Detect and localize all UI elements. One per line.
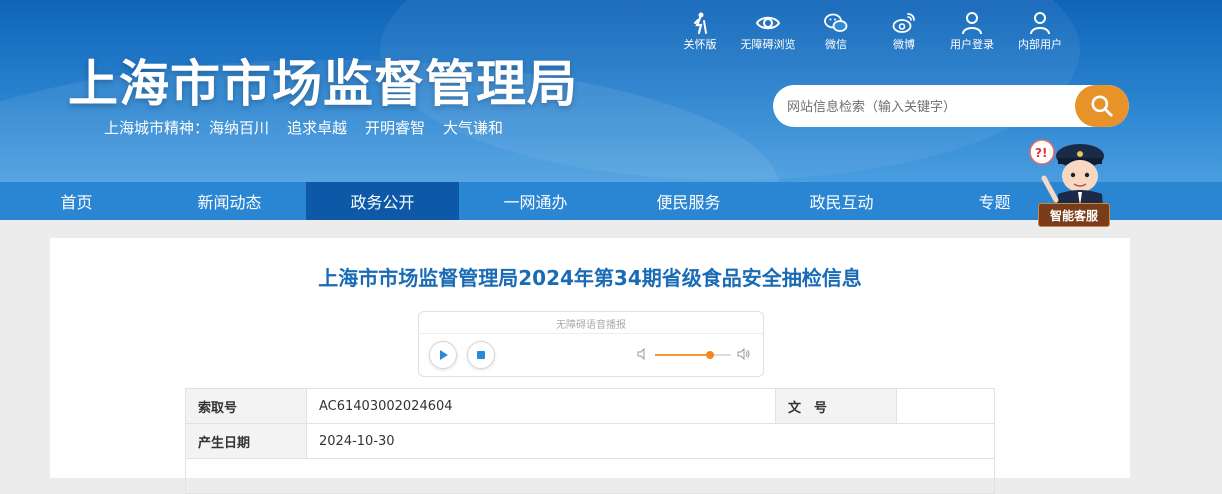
table-row [185,458,995,494]
volume-knob[interactable] [705,351,714,359]
play-icon [440,350,448,360]
nav-item-home[interactable]: 首页 [0,182,153,220]
slogan-part: 开明睿智 [365,119,426,137]
tool-label: 内部用户 [1018,38,1062,51]
doc-number-label: 文 号 [775,388,897,424]
date-label: 产生日期 [185,423,307,459]
site-title[interactable]: 上海市市场监督管理局 [68,44,578,116]
index-number-label: 索取号 [185,388,307,424]
site-search [773,85,1129,127]
tool-label: 无障碍浏览 [740,38,796,51]
tool-label: 微信 [825,38,847,51]
user-icon [1026,10,1054,36]
player-label: 无障碍语音播报 [556,320,626,331]
table-row: 产生日期 2024-10-30 [185,423,995,459]
tool-weibo[interactable]: 微博 [870,10,938,52]
user-icon [958,10,986,36]
nav-item-interaction[interactable]: 政民互动 [765,182,918,220]
document-meta-table: 索取号 AC61403002024604 文 号 产生日期 2024-10-30 [185,388,995,494]
volume-fill [655,354,710,356]
nav-item-public-service[interactable]: 便民服务 [612,182,765,220]
audio-player: 无障碍语音播报 [418,311,764,377]
slogan-part: 上海城市精神：海纳百川 [104,119,270,137]
slogan-part: 大气谦和 [443,119,504,137]
volume-up-icon[interactable] [737,348,751,360]
play-button[interactable] [429,341,457,369]
tool-accessibility[interactable]: 无障碍浏览 [734,10,802,52]
tool-user-login[interactable]: 用户登录 [938,10,1006,52]
stop-icon [477,351,485,359]
index-number-value: AC61403002024604 [306,388,776,424]
empty-cell [185,458,995,494]
svg-text:?!: ?! [1035,146,1047,160]
eye-icon [754,10,782,36]
search-input[interactable] [785,85,1079,127]
volume-down-icon[interactable] [637,348,649,360]
nav-item-government-affairs[interactable]: 政务公开 [306,182,459,220]
wechat-icon [822,10,850,36]
tool-wechat[interactable]: 微信 [802,10,870,52]
slogan-part: 追求卓越 [287,119,348,137]
site-slogan: 上海城市精神：海纳百川 追求卓越 开明睿智 大气谦和 [104,117,503,138]
header-tools: 关怀版 无障碍浏览 微信 微博 用户登录 内部用户 [666,10,1074,52]
date-value: 2024-10-30 [306,423,995,459]
nav-item-one-stop-service[interactable]: 一网通办 [459,182,612,220]
weibo-icon [890,10,918,36]
table-row: 索取号 AC61403002024604 文 号 [185,388,995,424]
nav-item-news[interactable]: 新闻动态 [153,182,306,220]
tool-internal-user[interactable]: 内部用户 [1006,10,1074,52]
doc-number-value [896,388,995,424]
divider [419,333,763,334]
volume-slider[interactable] [655,351,731,359]
tool-label: 用户登录 [950,38,994,51]
search-button[interactable] [1075,85,1129,127]
tool-elderly-care[interactable]: 关怀版 [666,10,734,52]
stop-button[interactable] [467,341,495,369]
article-title: 上海市市场监督管理局2024年第34期省级食品安全抽检信息 [318,266,862,290]
search-icon [1091,95,1113,117]
tool-label: 关怀版 [683,38,717,51]
assistant-label[interactable]: 智能客服 [1038,203,1110,227]
elderly-care-icon [686,10,714,36]
tool-label: 微博 [893,38,915,51]
